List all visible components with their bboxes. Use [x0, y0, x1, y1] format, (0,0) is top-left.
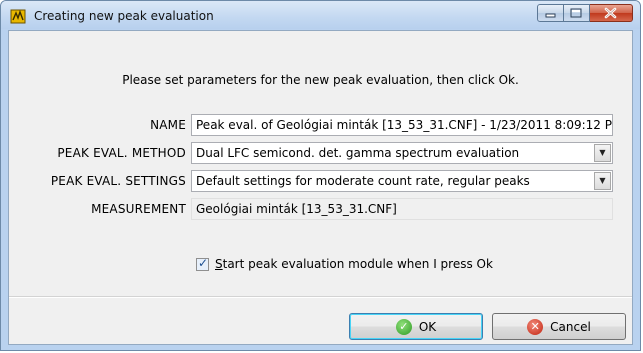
settings-dropdown[interactable]: Default settings for moderate count rate… [191, 170, 613, 192]
footer-divider [9, 296, 632, 298]
checkmark-icon: ✓ [198, 256, 209, 270]
measurement-row: MEASUREMENT Geológiai minták [13_53_31.C… [9, 198, 634, 220]
cancel-x-icon: ✕ [527, 318, 544, 335]
name-input[interactable]: Peak eval. of Geológiai minták [13_53_31… [191, 114, 613, 136]
close-icon [604, 7, 617, 19]
start-module-label[interactable]: Start peak evaluation module when I pres… [215, 257, 493, 271]
name-label: NAME [150, 118, 186, 132]
checkmark-circle-icon: ✓ [395, 318, 412, 335]
minimize-button[interactable] [537, 4, 564, 22]
chevron-down-icon: ▼ [599, 176, 606, 185]
settings-row: PEAK EVAL. SETTINGS Default settings for… [9, 170, 634, 192]
measurement-field: Geológiai minták [13_53_31.CNF] [191, 198, 613, 220]
close-button[interactable] [590, 4, 633, 22]
cancel-button[interactable]: ✕ Cancel [492, 313, 626, 340]
chevron-down-icon: ▼ [599, 148, 606, 157]
settings-label: PEAK EVAL. SETTINGS [50, 174, 186, 188]
method-value: Dual LFC semicond. det. gamma spectrum e… [196, 146, 520, 160]
settings-dropdown-arrow[interactable]: ▼ [594, 172, 611, 190]
window-title: Creating new peak evaluation [34, 9, 214, 23]
dialog-window: Creating new peak evaluation Please set … [0, 0, 641, 351]
name-row: NAME Peak eval. of Geológiai minták [13_… [9, 114, 634, 136]
maximize-button[interactable] [564, 4, 590, 22]
method-label: PEAK EVAL. METHOD [57, 146, 186, 160]
cancel-button-label: Cancel [550, 319, 591, 334]
ok-button-label: OK [418, 319, 437, 334]
instructions-text: Please set parameters for the new peak e… [122, 73, 519, 87]
measurement-label: MEASUREMENT [91, 202, 186, 216]
method-row: PEAK EVAL. METHOD Dual LFC semicond. det… [9, 142, 634, 164]
title-bar[interactable]: Creating new peak evaluation [1, 1, 640, 29]
minimize-icon [545, 13, 556, 18]
start-module-checkbox[interactable]: ✓ [196, 256, 209, 271]
method-dropdown[interactable]: Dual LFC semicond. det. gamma spectrum e… [191, 142, 613, 164]
method-dropdown-arrow[interactable]: ▼ [594, 144, 611, 162]
ok-button[interactable]: ✓ OK [349, 313, 483, 340]
dialog-body: Please set parameters for the new peak e… [8, 30, 633, 345]
maximize-icon [570, 8, 582, 18]
settings-value: Default settings for moderate count rate… [196, 174, 530, 188]
app-icon [10, 9, 26, 24]
